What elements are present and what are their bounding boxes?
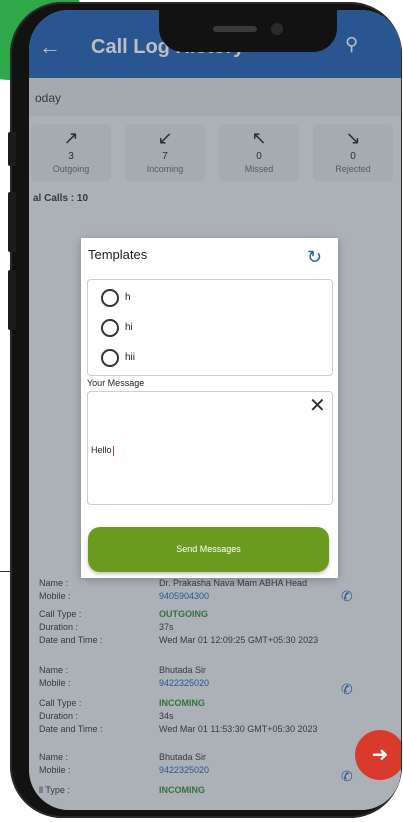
template-label: hi xyxy=(125,322,133,333)
close-icon[interactable]: ✕ xyxy=(309,396,326,416)
send-messages-button[interactable]: Send Messages xyxy=(88,527,329,572)
message-input[interactable]: ✕ Hello xyxy=(87,391,333,505)
phone-side-button xyxy=(8,270,16,330)
message-text: Hello xyxy=(91,445,114,456)
templates-dialog: Templates ↻ h hi hii Your Message ✕ Hell… xyxy=(81,238,338,578)
template-list: h hi hii xyxy=(87,279,333,376)
notch-speaker xyxy=(213,26,257,32)
radio-button[interactable] xyxy=(101,289,119,307)
arrow-forward-icon[interactable]: ➜ xyxy=(355,730,401,780)
radio-button[interactable] xyxy=(101,349,119,367)
phone-side-button xyxy=(8,192,16,252)
message-value: Hello xyxy=(91,445,112,455)
template-label: hii xyxy=(125,352,136,363)
template-label: h xyxy=(125,292,131,303)
message-label: Your Message xyxy=(87,378,145,388)
notch-camera xyxy=(271,23,283,35)
dialog-title: Templates xyxy=(88,247,148,262)
stage: ← Call Log History ⚲ oday ↗ 3 Outgoing ↙… xyxy=(0,0,403,822)
refresh-icon[interactable]: ↻ xyxy=(307,248,322,266)
phone-notch xyxy=(159,10,337,52)
phone-side-button xyxy=(8,132,16,166)
text-caret xyxy=(112,445,114,456)
radio-button[interactable] xyxy=(101,319,119,337)
